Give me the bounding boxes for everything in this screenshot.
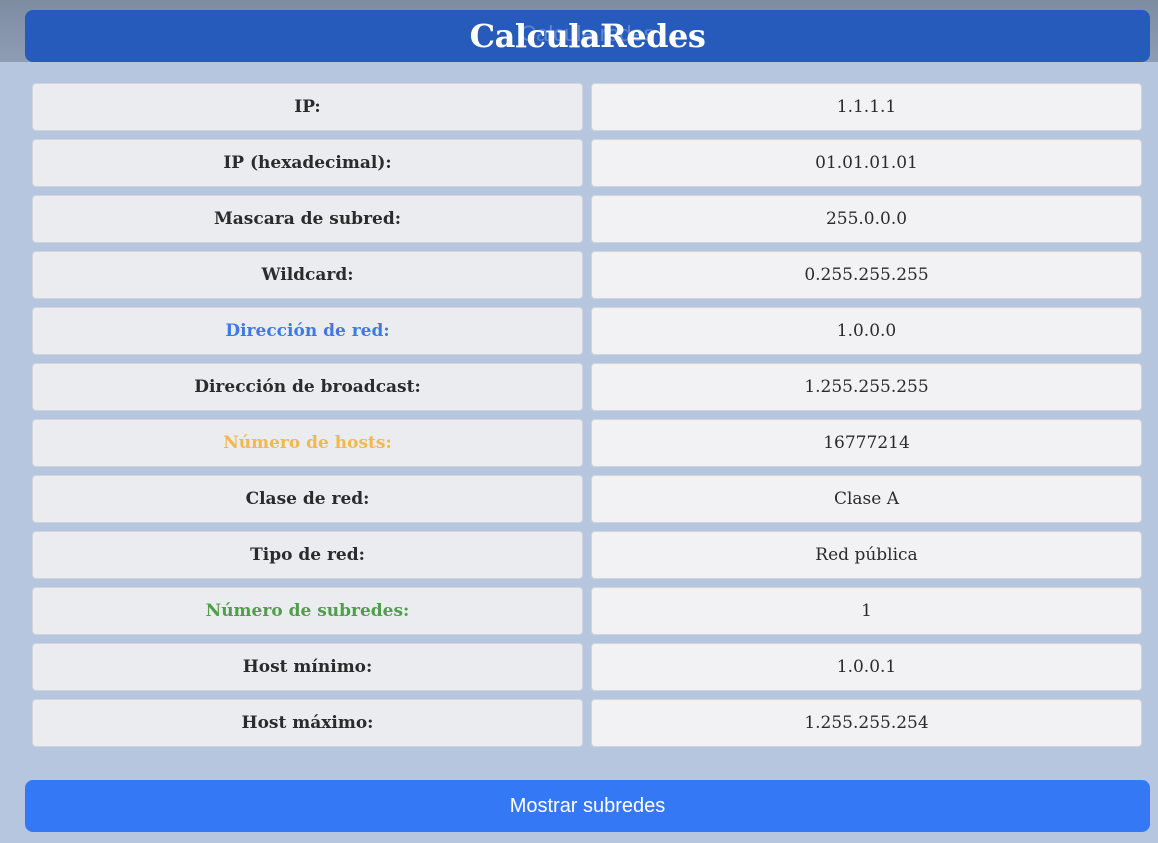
broadcast-address-value: 1.255.255.255 (591, 363, 1142, 411)
host-count-value: 16777214 (591, 419, 1142, 467)
result-row-host-count: Número de hosts: 16777214 (32, 419, 1143, 467)
wildcard-value: 0.255.255.255 (591, 251, 1142, 299)
host-count-label: Número de hosts: (32, 419, 583, 467)
result-row-max-host: Host máximo: 1.255.255.254 (32, 699, 1143, 747)
show-subnets-button[interactable]: Mostrar subredes (25, 780, 1150, 832)
result-row-ip-hex: IP (hexadecimal): 01.01.01.01 (32, 139, 1143, 187)
subnet-count-label: Número de subredes: (32, 587, 583, 635)
broadcast-address-label: Dirección de broadcast: (32, 363, 583, 411)
app-title: CalculaRedes (469, 17, 706, 55)
wildcard-label: Wildcard: (32, 251, 583, 299)
subnet-mask-label: Mascara de subred: (32, 195, 583, 243)
result-row-broadcast-address: Dirección de broadcast: 1.255.255.255 (32, 363, 1143, 411)
result-row-subnet-count: Número de subredes: 1 (32, 587, 1143, 635)
ip-hex-label: IP (hexadecimal): (32, 139, 583, 187)
result-row-network-type: Tipo de red: Red pública (32, 531, 1143, 579)
max-host-value: 1.255.255.254 (591, 699, 1142, 747)
network-type-value: Red pública (591, 531, 1142, 579)
app-header: Calcula redes CalculaRedes (25, 10, 1150, 62)
network-type-label: Tipo de red: (32, 531, 583, 579)
result-row-subnet-mask: Mascara de subred: 255.0.0.0 (32, 195, 1143, 243)
network-address-label: Dirección de red: (32, 307, 583, 355)
max-host-label: Host máximo: (32, 699, 583, 747)
result-row-wildcard: Wildcard: 0.255.255.255 (32, 251, 1143, 299)
subnet-count-value: 1 (591, 587, 1142, 635)
ip-hex-value: 01.01.01.01 (591, 139, 1142, 187)
ip-value: 1.1.1.1 (591, 83, 1142, 131)
results-table: IP: 1.1.1.1 IP (hexadecimal): 01.01.01.0… (32, 83, 1143, 755)
ip-label: IP: (32, 83, 583, 131)
network-address-value: 1.0.0.0 (591, 307, 1142, 355)
result-row-network-class: Clase de red: Clase A (32, 475, 1143, 523)
min-host-label: Host mínimo: (32, 643, 583, 691)
result-row-ip: IP: 1.1.1.1 (32, 83, 1143, 131)
subnet-mask-value: 255.0.0.0 (591, 195, 1142, 243)
result-row-min-host: Host mínimo: 1.0.0.1 (32, 643, 1143, 691)
network-class-value: Clase A (591, 475, 1142, 523)
network-class-label: Clase de red: (32, 475, 583, 523)
min-host-value: 1.0.0.1 (591, 643, 1142, 691)
result-row-network-address: Dirección de red: 1.0.0.0 (32, 307, 1143, 355)
